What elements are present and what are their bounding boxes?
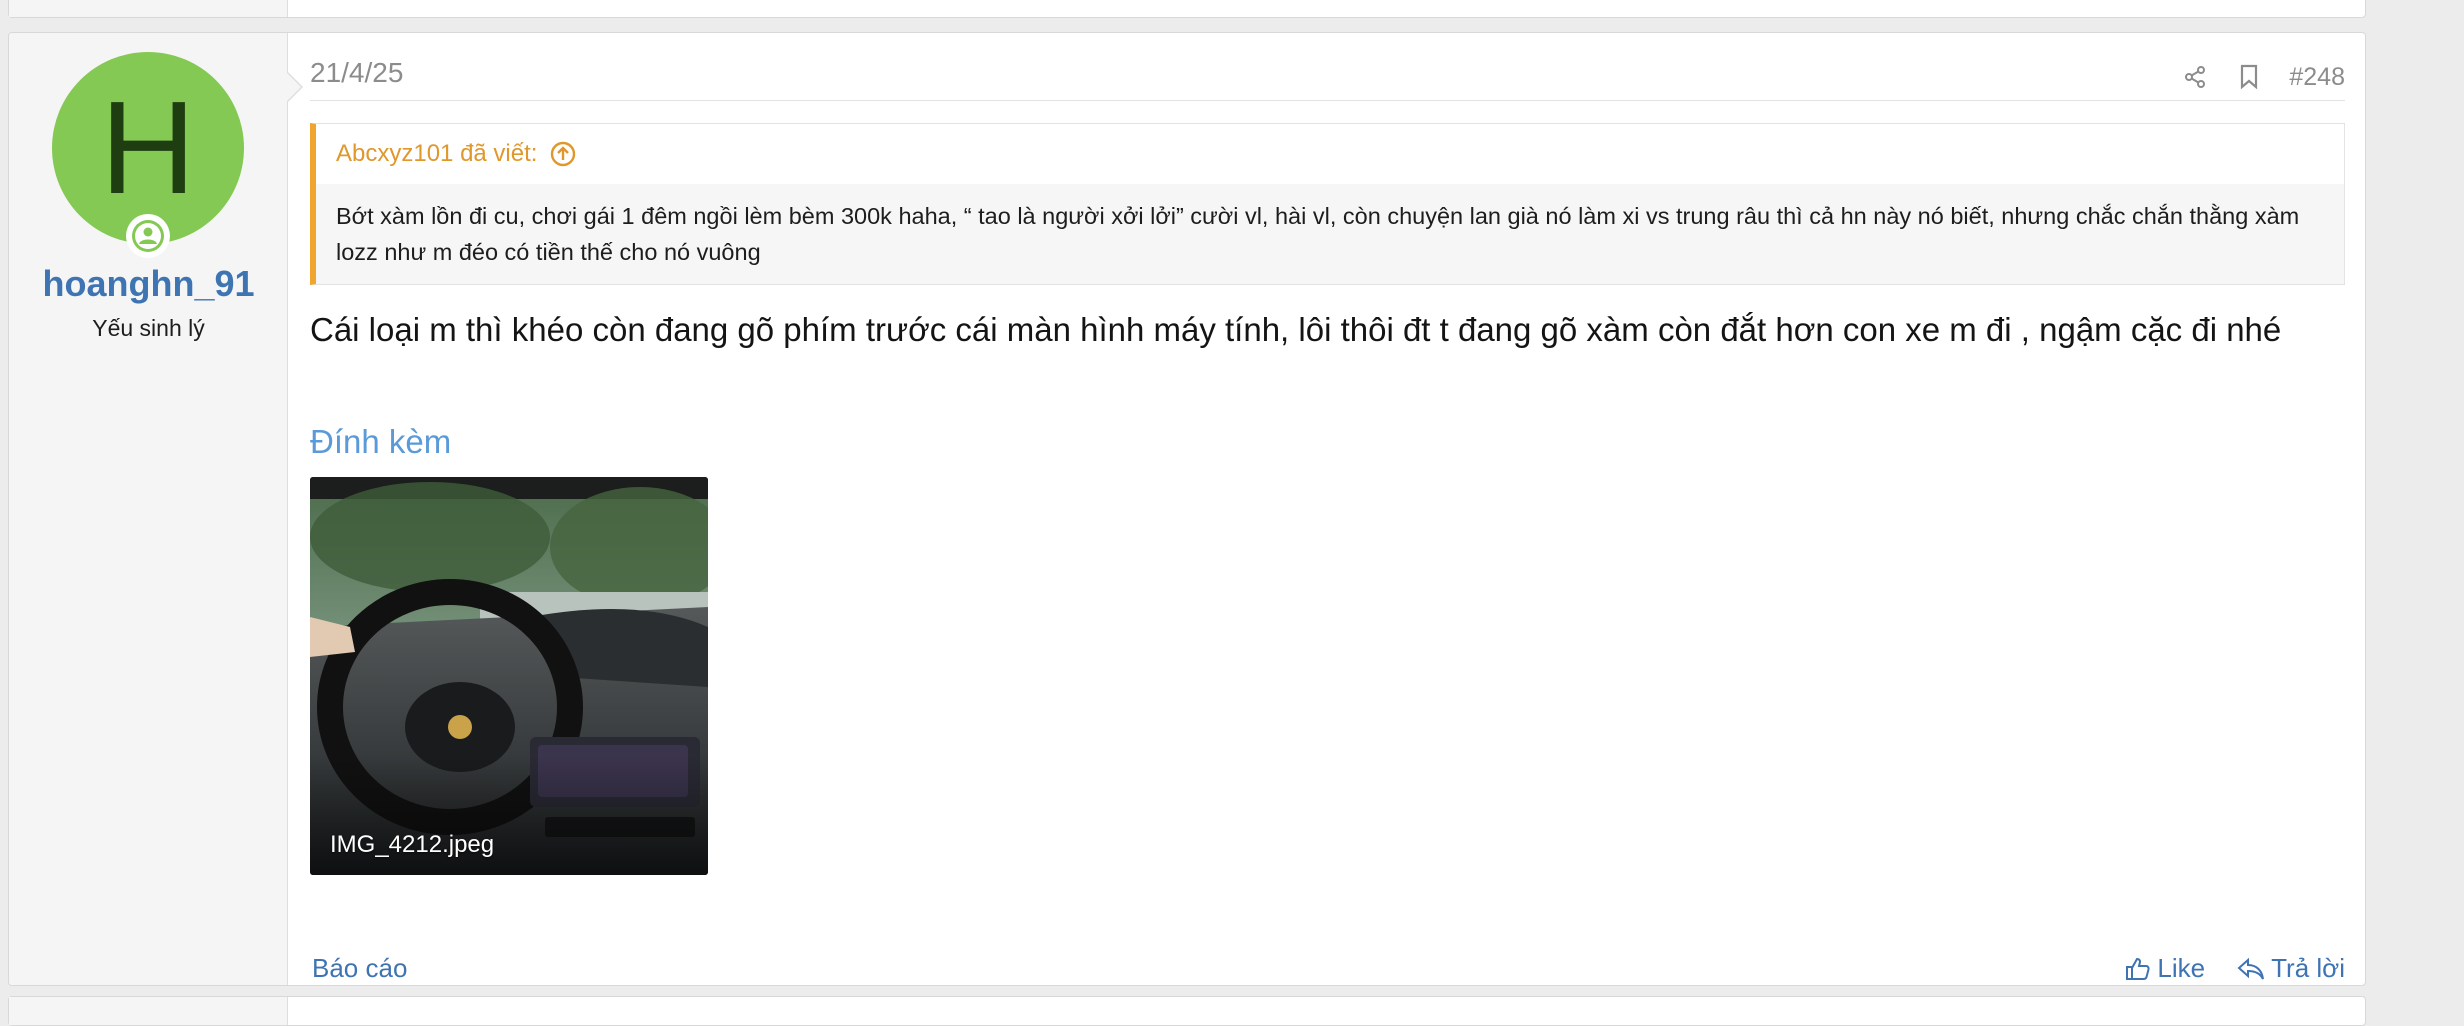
post-main: 21/4/25 #248 Abcxyz101 đã viết: Bớt xàm …	[310, 33, 2345, 985]
user-cell: H hoanghn_91 Yếu sinh lý	[9, 33, 288, 985]
previous-post-edge	[8, 0, 2366, 18]
avatar-initial: H	[100, 74, 196, 221]
quote-author[interactable]: Abcxyz101 đã viết:	[336, 140, 537, 168]
arrow-up-circle-icon[interactable]	[549, 140, 577, 168]
car-interior-photo-icon	[310, 477, 708, 875]
like-label: Like	[2157, 953, 2206, 983]
report-link[interactable]: Báo cáo	[312, 953, 407, 984]
post-footer-actions: Like Trả lời	[2093, 953, 2345, 984]
post-header: 21/4/25 #248	[310, 33, 2345, 101]
attachment-filename: IMG_4212.jpeg	[330, 831, 495, 858]
thumbs-up-icon	[2126, 957, 2151, 980]
share-icon[interactable]	[2173, 61, 2217, 93]
user-title: Yếu sinh lý	[92, 315, 205, 341]
post-header-actions: #248	[2163, 61, 2345, 93]
quote-text: Bớt xàm lồn đi cu, chơi gái 1 đêm ngồi l…	[336, 203, 2300, 265]
reply-label: Trả lời	[2271, 953, 2345, 983]
attachment-thumbnail[interactable]: IMG_4212.jpeg	[310, 477, 708, 875]
attachments-heading: Đính kèm	[310, 423, 452, 460]
post-message: Cái loại m thì khéo còn đang gõ phím trư…	[310, 311, 2282, 348]
online-status-icon	[126, 214, 170, 258]
bookmark-icon[interactable]	[2227, 61, 2271, 93]
forum-post: H hoanghn_91 Yếu sinh lý 21/4/25 #248 Ab…	[8, 32, 2366, 986]
post-date[interactable]: 21/4/25	[310, 57, 403, 89]
post-footer: Báo cáo Like Trả lời	[310, 953, 2345, 993]
next-post-user-cell	[9, 997, 288, 1025]
user-cell-arrow	[287, 73, 301, 101]
post-number-link[interactable]: #248	[2289, 63, 2345, 92]
like-button[interactable]: Like	[2125, 953, 2205, 984]
previous-post-user-cell	[9, 0, 288, 17]
username-link[interactable]: hoanghn_91	[9, 263, 288, 305]
quote-header[interactable]: Abcxyz101 đã viết:	[316, 124, 2344, 184]
reply-arrow-icon	[2237, 957, 2265, 979]
reply-button[interactable]: Trả lời	[2237, 953, 2345, 984]
quote-block: Abcxyz101 đã viết: Bớt xàm lồn đi cu, ch…	[310, 123, 2345, 285]
next-post-edge	[8, 996, 2366, 1026]
